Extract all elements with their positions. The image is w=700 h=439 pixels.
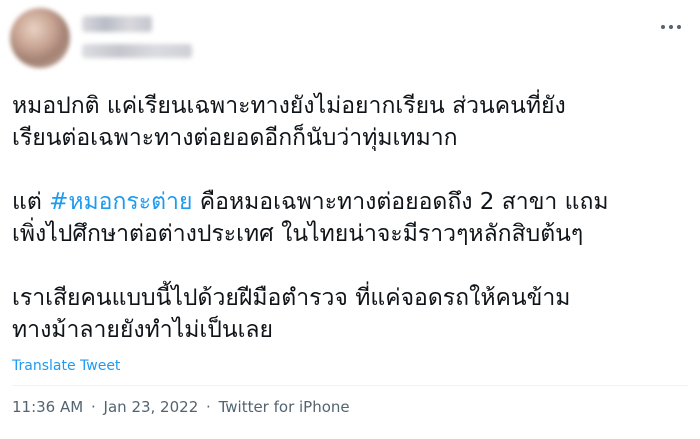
tweet-line: เรียนต่อเฉพาะทางต่อยอดอีกก็นับว่าทุ่มเทม… [12, 125, 458, 151]
meta-separator: · [90, 398, 96, 416]
tweet-line: ทางม้าลายยังทำไม่เป็นเลย [12, 317, 273, 343]
meta-separator: · [206, 398, 211, 416]
tweet-text: หมอปกติ แค่เรียนเฉพาะทางยังไม่อยากเรียน … [12, 90, 672, 346]
tweet-line: หมอปกติ แค่เรียนเฉพาะทางยังไม่อยากเรียน … [12, 93, 566, 119]
tweet-card: หมอปกติ แค่เรียนเฉพาะทางยังไม่อยากเรียน … [0, 0, 700, 439]
hashtag-link[interactable]: #หมอกระต่าย [49, 189, 192, 215]
author-handle[interactable] [82, 44, 192, 58]
tweet-line: เพิ่งไปศึกษาต่อต่างประเทศ ในไทยน่าจะมีรา… [12, 221, 584, 247]
tweet-paragraph-3: เราเสียคนแบบนี้ไปด้วยฝีมือตำรวจ ที่แค่จอ… [12, 282, 672, 346]
author-display-name[interactable] [82, 16, 152, 32]
tweet-line-rest: คือหมอเฉพาะทางต่อยอดถึง 2 สาขา แถม [192, 189, 609, 215]
divider [12, 385, 688, 386]
tweet-line-prefix: แต่ [12, 189, 50, 215]
tweet-header [10, 8, 690, 72]
avatar[interactable] [10, 8, 70, 68]
tweet-paragraph-1: หมอปกติ แค่เรียนเฉพาะทางยังไม่อยากเรียน … [12, 90, 672, 154]
tweet-meta: 11:36 AM · Jan 23, 2022 · Twitter for iP… [12, 398, 350, 416]
tweet-source[interactable]: Twitter for iPhone [219, 398, 350, 416]
translate-tweet-link[interactable]: Translate Tweet [12, 358, 120, 374]
more-dots-icon [660, 24, 682, 30]
tweet-date[interactable]: Jan 23, 2022 [104, 398, 199, 416]
tweet-paragraph-2: แต่ #หมอกระต่าย คือหมอเฉพาะทางต่อยอดถึง … [12, 186, 672, 250]
tweet-line: เราเสียคนแบบนี้ไปด้วยฝีมือตำรวจ ที่แค่จอ… [12, 285, 571, 311]
tweet-time[interactable]: 11:36 AM [12, 398, 83, 416]
more-options-button[interactable] [658, 14, 684, 40]
